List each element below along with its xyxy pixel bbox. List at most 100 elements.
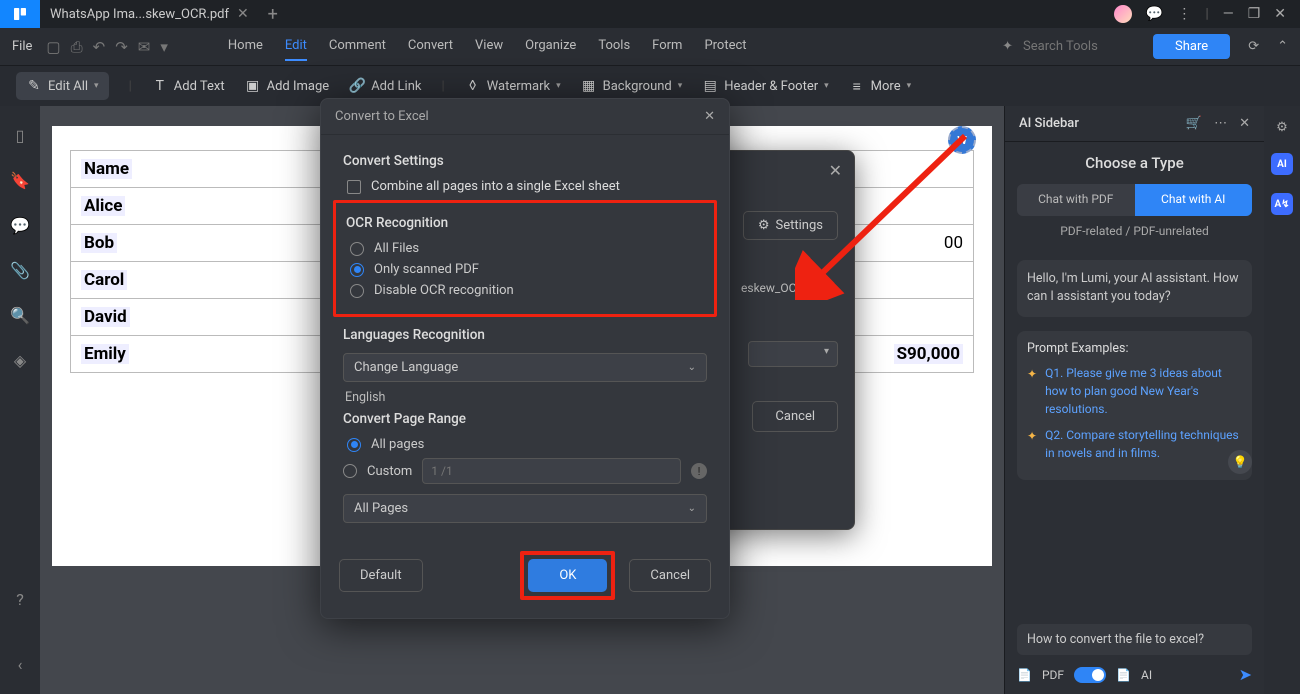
close-back-dialog-icon[interactable]: ✕ <box>829 161 842 180</box>
sparkle-icon: ✦ <box>1027 427 1037 462</box>
tab-tools[interactable]: Tools <box>598 32 630 61</box>
tab-home[interactable]: Home <box>228 32 263 61</box>
example-2[interactable]: ✦Q2. Compare storytelling techniques in … <box>1027 426 1242 462</box>
user-avatar[interactable] <box>1114 5 1132 23</box>
ocr-disable-radio[interactable]: Disable OCR recognition <box>350 283 704 298</box>
document-tab[interactable]: WhatsApp Ima...skew_OCR.pdf ✕ <box>40 0 259 28</box>
app-logo <box>0 0 40 28</box>
settings-button[interactable]: ⚙Settings <box>743 211 838 240</box>
example-1[interactable]: ✦Q1. Please give me 3 ideas about how to… <box>1027 364 1242 418</box>
background-button[interactable]: ▦Background▾ <box>581 78 683 94</box>
ok-highlight-box: OK <box>520 551 615 600</box>
more-icon[interactable]: ⋮ <box>1177 6 1191 22</box>
back-cancel-button[interactable]: Cancel <box>752 401 838 432</box>
collapse-left-icon[interactable]: ‹ <box>18 655 23 674</box>
range-custom-radio[interactable]: Custom <box>343 464 412 479</box>
close-window-icon[interactable]: ✕ <box>1274 6 1286 22</box>
thumbnails-icon[interactable]: ▯ <box>16 126 25 145</box>
main-tabs: Home Edit Comment Convert View Organize … <box>228 32 747 61</box>
convert-excel-dialog: Convert to Excel ✕ Convert Settings Comb… <box>320 98 730 619</box>
close-dialog-icon[interactable]: ✕ <box>704 109 715 124</box>
redo-icon[interactable]: ↷ <box>115 38 128 56</box>
ai-greeting: Hello, I'm Lumi, your AI assistant. How … <box>1017 260 1252 318</box>
file-menu[interactable]: File <box>12 39 32 54</box>
add-link-button[interactable]: 🔗Add Link <box>349 78 421 94</box>
at-badge-icon[interactable]: A↯ <box>1271 193 1293 215</box>
more-button[interactable]: ≡More▾ <box>849 78 911 94</box>
more-lines-icon: ≡ <box>849 78 865 94</box>
default-button[interactable]: Default <box>339 559 423 592</box>
chat-type-segment[interactable]: Chat with PDF Chat with AI <box>1017 184 1252 216</box>
ai-input[interactable]: How to convert the file to excel? <box>1017 624 1252 655</box>
bookmark-icon[interactable]: 🔖 <box>10 171 30 190</box>
pdf-attach-icon[interactable]: 📄 <box>1017 668 1032 682</box>
print-icon[interactable]: ⎙ <box>71 38 83 56</box>
ai-sidebar-title: AI Sidebar <box>1019 116 1079 131</box>
ai-badge-icon[interactable]: AI <box>1271 153 1293 175</box>
tab-comment[interactable]: Comment <box>329 32 386 61</box>
search-tools-input[interactable] <box>1023 39 1143 54</box>
edit-all-button[interactable]: ✎Edit All▾ <box>16 72 109 100</box>
checkbox-icon <box>347 180 361 194</box>
add-text-button[interactable]: TAdd Text <box>152 78 225 94</box>
ocr-all-files-radio[interactable]: All Files <box>350 241 704 256</box>
drop-icon: ◊ <box>465 78 481 94</box>
back-select[interactable] <box>748 341 838 367</box>
ai-more-icon[interactable]: ⋯ <box>1214 116 1227 131</box>
link-icon: 🔗 <box>349 78 365 94</box>
ai-attach-icon[interactable]: 📄 <box>1116 668 1131 682</box>
comment-icon[interactable]: 💬 <box>10 216 30 235</box>
minimize-icon[interactable]: — <box>1223 6 1234 22</box>
tab-form[interactable]: Form <box>652 32 682 61</box>
dropdown-icon[interactable]: ▾ <box>160 38 168 56</box>
cart-icon[interactable]: 🛒 <box>1186 116 1202 131</box>
search-icon[interactable]: 🔍 <box>10 306 30 325</box>
new-tab-button[interactable]: + <box>259 4 287 25</box>
tab-view[interactable]: View <box>475 32 503 61</box>
send-icon[interactable]: ➤ <box>1239 665 1252 684</box>
chat-ai-option[interactable]: Chat with AI <box>1135 184 1253 216</box>
ai-sidebar: AI Sidebar 🛒 ⋯ ✕ Choose a Type Chat with… <box>1004 106 1264 694</box>
gear-icon: ⚙ <box>758 218 770 233</box>
left-rail: ▯ 🔖 💬 📎 🔍 ◈ ? ‹ <box>0 106 40 694</box>
tab-protect[interactable]: Protect <box>704 32 746 61</box>
page-range-input[interactable] <box>422 458 681 484</box>
chat-pdf-option[interactable]: Chat with PDF <box>1017 184 1135 216</box>
close-tab-icon[interactable]: ✕ <box>237 6 249 22</box>
undo-icon[interactable]: ↶ <box>93 38 106 56</box>
collapse-icon[interactable]: ⌃ <box>1277 39 1288 54</box>
word-badge-icon[interactable]: W <box>948 126 976 154</box>
add-image-button[interactable]: ▣Add Image <box>245 78 330 94</box>
ocr-scanned-radio[interactable]: Only scanned PDF <box>350 262 704 277</box>
tab-convert[interactable]: Convert <box>408 32 453 61</box>
range-all-radio[interactable]: All pages <box>347 437 707 452</box>
settings-sliders-icon[interactable]: ⚙ <box>1276 120 1288 135</box>
ocr-heading: OCR Recognition <box>346 215 704 231</box>
layers-icon[interactable]: ◈ <box>14 351 26 370</box>
sparkle-icon: ✦ <box>1002 39 1013 54</box>
cancel-button[interactable]: Cancel <box>629 559 711 592</box>
close-ai-icon[interactable]: ✕ <box>1239 116 1250 131</box>
combine-checkbox[interactable]: Combine all pages into a single Excel sh… <box>347 179 707 194</box>
help-icon[interactable]: ? <box>16 590 24 609</box>
ok-button[interactable]: OK <box>528 559 607 592</box>
share-button[interactable]: Share <box>1153 34 1230 59</box>
pencil-icon: ✎ <box>26 78 42 94</box>
pdf-toggle[interactable] <box>1074 667 1106 683</box>
language-select[interactable]: Change Language⌄ <box>343 353 707 382</box>
output-filename: eskew_OCR.xlsx <box>741 281 828 295</box>
pages-select[interactable]: All Pages⌄ <box>343 494 707 523</box>
open-icon[interactable]: ▢ <box>46 38 60 56</box>
mail-icon[interactable]: ✉ <box>138 38 151 56</box>
maximize-icon[interactable]: ❐ <box>1248 6 1261 22</box>
convert-settings-heading: Convert Settings <box>343 153 707 169</box>
header-footer-button[interactable]: ▤Header & Footer▾ <box>702 78 828 94</box>
chat-icon[interactable]: 💬 <box>1146 6 1163 22</box>
bulb-icon[interactable]: 💡 <box>1228 450 1252 474</box>
ocr-highlight-box: OCR Recognition All Files Only scanned P… <box>333 200 717 317</box>
attachment-icon[interactable]: 📎 <box>10 261 30 280</box>
tab-edit[interactable]: Edit <box>285 32 307 61</box>
sync-icon[interactable]: ⟳ <box>1248 39 1259 54</box>
tab-organize[interactable]: Organize <box>525 32 576 61</box>
watermark-button[interactable]: ◊Watermark▾ <box>465 78 561 94</box>
